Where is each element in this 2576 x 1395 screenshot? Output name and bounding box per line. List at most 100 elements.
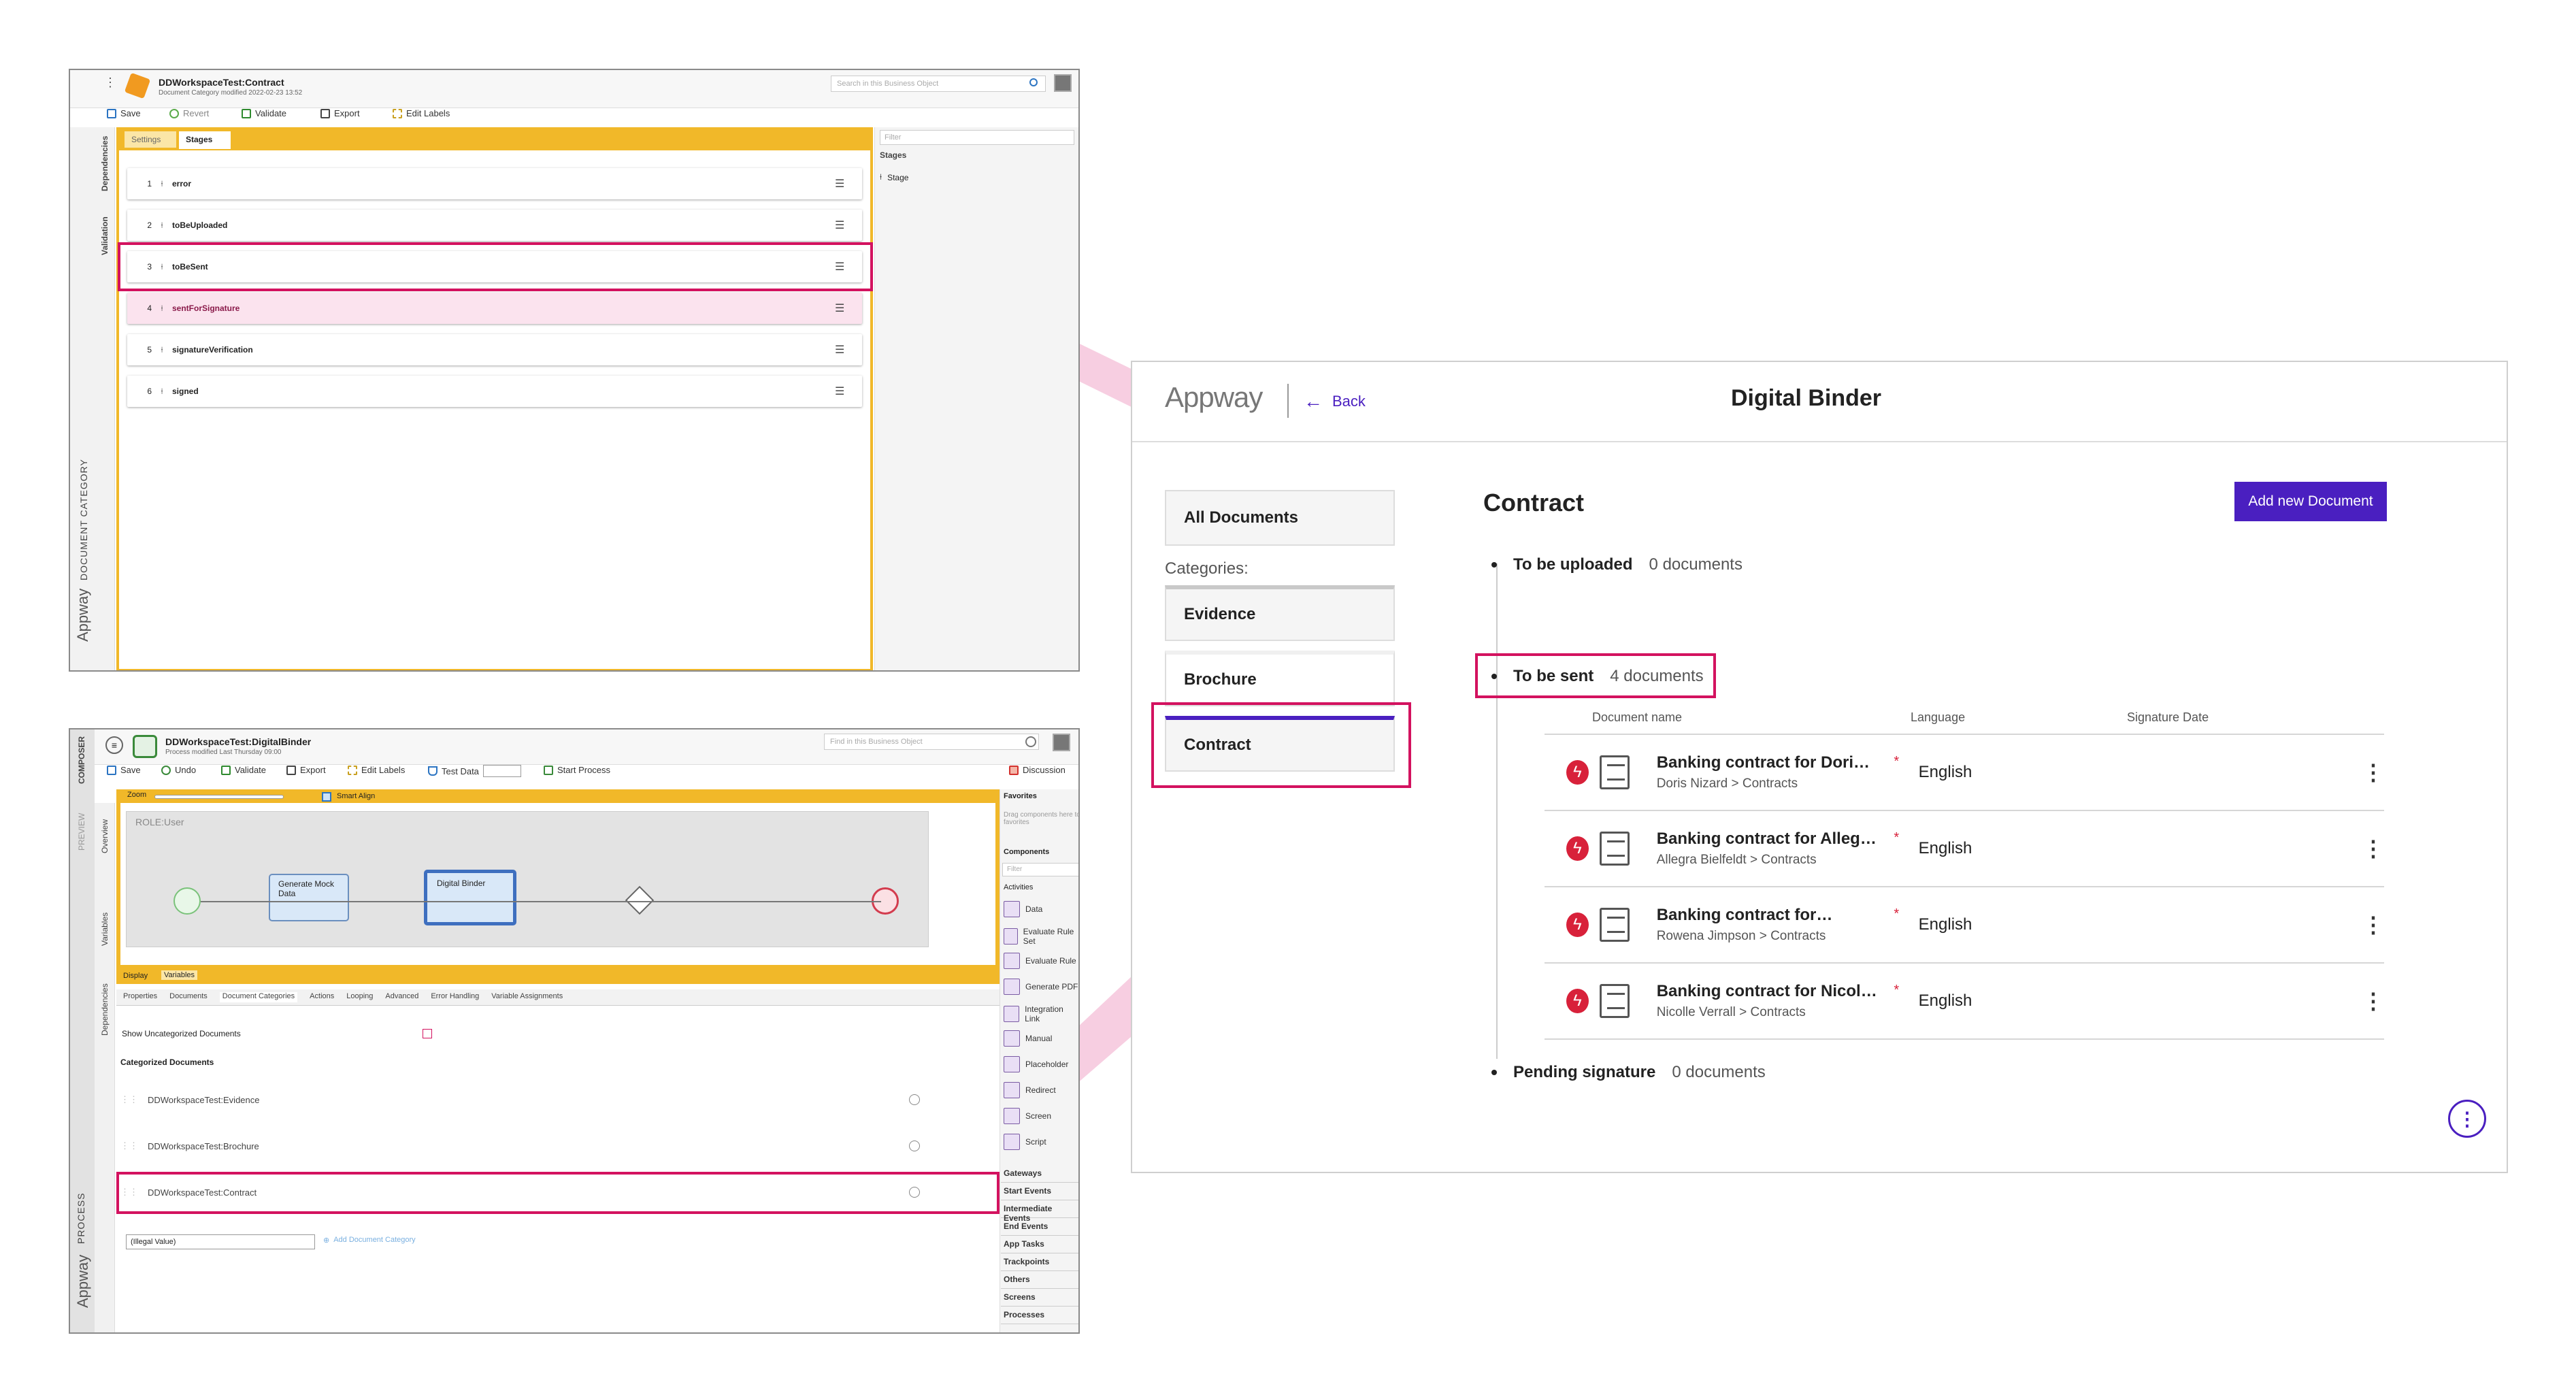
validate-button[interactable]: Validate	[221, 765, 266, 775]
sliders-icon[interactable]: ☰	[835, 218, 862, 232]
section-screens[interactable]: Screens	[1001, 1289, 1078, 1307]
tab-variables-canvas[interactable]: Variables	[161, 970, 198, 980]
component-item[interactable]: Redirect	[1004, 1082, 1056, 1098]
category-brochure[interactable]: Brochure	[1165, 651, 1395, 706]
tab-looping[interactable]: Looping	[346, 992, 373, 1002]
sliders-icon[interactable]: ☰	[835, 343, 862, 357]
section-others[interactable]: Others	[1001, 1271, 1078, 1289]
search-input[interactable]: Find in this Business Object	[824, 734, 1039, 750]
tab-error-handling[interactable]: Error Handling	[431, 992, 479, 1002]
table-row[interactable]: ϟ Banking contract for… Rowena Jimpson > …	[1545, 887, 2384, 964]
start-process-button[interactable]: Start Process	[544, 765, 610, 775]
tab-properties[interactable]: Properties	[123, 992, 157, 1002]
category-evidence[interactable]: Evidence	[1165, 585, 1395, 641]
smart-align-checkbox[interactable]	[322, 792, 331, 802]
component-item[interactable]: Script	[1004, 1134, 1046, 1150]
section-intermediate-events[interactable]: Intermediate Events	[1001, 1200, 1078, 1223]
remove-icon[interactable]	[909, 1094, 920, 1105]
stage-row[interactable]: 1 ⍿ error ☰	[127, 168, 862, 199]
zoom-slider[interactable]	[154, 795, 284, 799]
section-end-events[interactable]: End Events	[1001, 1218, 1078, 1236]
add-category-link[interactable]: ⊕ Add Document Category	[323, 1236, 416, 1245]
table-row[interactable]: ϟ Banking contract for Alleg… Allegra Bie…	[1545, 811, 2384, 887]
category-select[interactable]: (Illegal Value)	[126, 1234, 315, 1249]
components-filter-input[interactable]: Filter	[1002, 863, 1078, 876]
stage-row[interactable]: 4 ⍿ sentForSignature ☰	[127, 293, 862, 324]
table-row[interactable]: ϟ Banking contract for Nicol… Nicolle Ver…	[1545, 964, 2384, 1040]
side-filter-input[interactable]: Filter	[880, 130, 1074, 145]
edit-labels-button[interactable]: Edit Labels	[348, 765, 405, 775]
test-data-select[interactable]	[482, 765, 521, 777]
tab-settings[interactable]: Settings	[125, 131, 176, 148]
tab-composer[interactable]: COMPOSER	[77, 736, 86, 784]
section-start-events[interactable]: Start Events	[1001, 1183, 1078, 1200]
more-icon[interactable]: ⋮	[2362, 836, 2384, 861]
stage-row[interactable]: 5 ⍿ signatureVerification ☰	[127, 334, 862, 365]
discussion-button[interactable]: Discussion	[1009, 765, 1066, 775]
menu-icon[interactable]: ≡	[105, 736, 123, 754]
tab-advanced[interactable]: Advanced	[385, 992, 418, 1002]
add-document-button[interactable]: Add new Document	[2234, 482, 2387, 521]
back-link[interactable]: ← Back	[1304, 391, 1366, 412]
drag-handle-icon[interactable]: ⋮⋮	[120, 1094, 148, 1105]
search-icon[interactable]	[1029, 78, 1038, 86]
tab-variable-assignments[interactable]: Variable Assignments	[491, 992, 563, 1002]
stage-row[interactable]: 2 ⍿ toBeUploaded ☰	[127, 210, 862, 241]
category-all-documents[interactable]: All Documents	[1165, 490, 1395, 546]
search-input[interactable]: Search in this Business Object	[831, 76, 1046, 92]
tab-overview[interactable]: Overview	[100, 819, 110, 853]
task-generate-mock-data[interactable]: Generate Mock Data	[269, 874, 349, 921]
remove-icon[interactable]	[909, 1140, 920, 1151]
section-app-tasks[interactable]: App Tasks	[1001, 1236, 1078, 1253]
sliders-icon[interactable]: ☰	[835, 177, 862, 191]
tab-preview[interactable]: PREVIEW	[77, 813, 86, 851]
undo-button[interactable]: Undo	[161, 765, 196, 775]
tab-dependencies[interactable]: Dependencies	[100, 983, 110, 1036]
table-row[interactable]: ϟ Banking contract for Dori… Doris Nizard…	[1545, 735, 2384, 811]
more-icon[interactable]: ⋮	[2362, 988, 2384, 1014]
sliders-icon[interactable]: ☰	[835, 384, 862, 398]
drag-handle-icon[interactable]: ⋮⋮	[120, 1140, 148, 1151]
sliders-icon[interactable]: ☰	[835, 301, 862, 315]
component-item[interactable]: Manual	[1004, 1030, 1052, 1047]
revert-button[interactable]: Revert	[169, 108, 209, 118]
tab-display[interactable]: Display	[123, 972, 148, 980]
component-item[interactable]: Generate PDF	[1004, 979, 1078, 995]
more-icon[interactable]: ⋮	[104, 76, 116, 90]
more-icon[interactable]: ⋮	[2362, 759, 2384, 785]
show-uncategorized-checkbox[interactable]	[423, 1029, 432, 1038]
grid-icon[interactable]	[1053, 734, 1070, 751]
section-gateways[interactable]: Gateways	[1001, 1165, 1078, 1183]
save-button[interactable]: Save	[107, 108, 141, 118]
more-icon[interactable]: ⋮	[2362, 912, 2384, 938]
category-row[interactable]: ⋮⋮ DDWorkspaceTest:Evidence	[120, 1086, 927, 1113]
export-button[interactable]: Export	[286, 765, 326, 775]
tab-variables[interactable]: Variables	[100, 913, 110, 946]
floating-more-button[interactable]: ⋮	[2448, 1100, 2486, 1138]
stage-row[interactable]: 6 ⍿ signed ☰	[127, 376, 862, 407]
component-item[interactable]: Evaluate Rule	[1004, 953, 1076, 969]
export-button[interactable]: Export	[320, 108, 360, 118]
clear-icon[interactable]	[1025, 736, 1036, 747]
tab-stages[interactable]: Stages	[179, 131, 231, 149]
save-button[interactable]: Save	[107, 765, 141, 775]
tab-actions[interactable]: Actions	[310, 992, 334, 1002]
validate-button[interactable]: Validate	[242, 108, 286, 118]
component-item[interactable]: Evaluate Rule Set	[1004, 927, 1078, 946]
edit-labels-button[interactable]: Edit Labels	[393, 108, 450, 118]
section-trackpoints[interactable]: Trackpoints	[1001, 1253, 1078, 1271]
tab-dependencies[interactable]: Dependencies	[100, 136, 110, 191]
test-data-button[interactable]: Test Data	[428, 765, 521, 777]
component-item[interactable]: Data	[1004, 901, 1042, 917]
tab-documents[interactable]: Documents	[169, 992, 208, 1002]
category-row[interactable]: ⋮⋮ DDWorkspaceTest:Brochure	[120, 1132, 927, 1160]
tab-document-categories[interactable]: Document Categories	[219, 992, 298, 1002]
component-item[interactable]: Screen	[1004, 1108, 1051, 1124]
component-item[interactable]: Placeholder	[1004, 1056, 1068, 1072]
section-processes[interactable]: Processes	[1001, 1307, 1078, 1324]
component-item[interactable]: Integration Link	[1004, 1004, 1078, 1023]
start-event[interactable]	[174, 887, 201, 915]
grid-icon[interactable]	[1054, 74, 1072, 92]
side-stage-item[interactable]: ⍿ Stage	[880, 172, 908, 182]
tab-validation[interactable]: Validation	[100, 216, 110, 255]
